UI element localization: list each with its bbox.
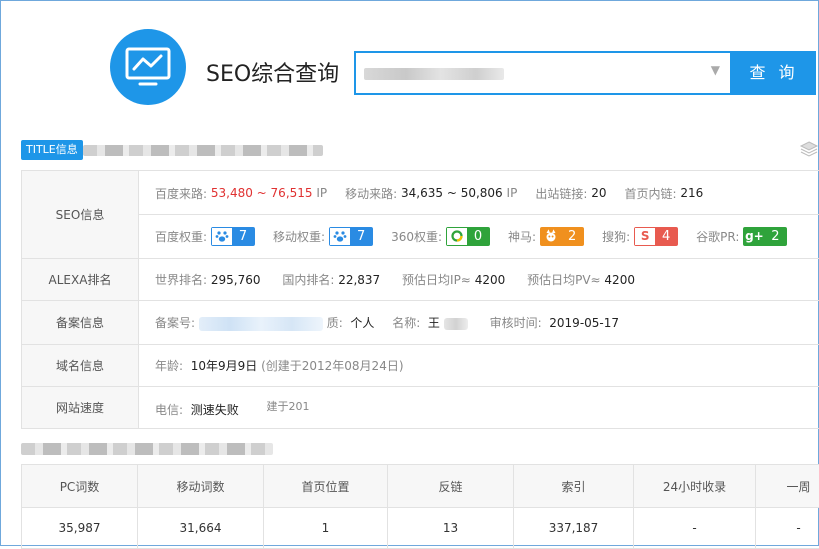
horse-icon	[541, 228, 561, 245]
table-row: 35,987 31,664 1 13 337,187 - -	[22, 508, 819, 549]
weight-360-badge[interactable]: 0	[446, 227, 490, 246]
paw-icon	[330, 228, 350, 245]
shenma-badge[interactable]: 2	[540, 227, 584, 246]
title-badge: TITLE信息	[21, 140, 83, 160]
page-title: SEO综合查询	[206, 56, 339, 88]
search-value-redacted	[364, 68, 504, 80]
row-label-domain: 域名信息	[22, 345, 139, 387]
monitor-chart-icon	[110, 29, 186, 105]
inner-links-value[interactable]: 216	[680, 186, 703, 200]
speed-row: 电信: 测速失败 建于201	[139, 387, 819, 429]
mobile-traffic-value[interactable]: 34,635 ~ 50,806	[401, 186, 503, 200]
alexa-row: 世界排名: 295,760 国内排名: 22,837 预估日均IP≈ 4200 …	[139, 259, 819, 301]
col-home-position: 首页位置	[264, 465, 388, 508]
weights-row: 百度权重: 7 移动权重: 7	[139, 214, 819, 257]
home-position-value: 1	[264, 508, 388, 549]
ring-360-icon	[447, 228, 467, 245]
pc-words-value[interactable]: 35,987	[22, 508, 138, 549]
daily-pv-value: 4200	[604, 273, 635, 287]
week-value: -	[756, 508, 819, 549]
seo-info-table: SEO信息 百度来路: 53,480 ~ 76,515 IP 移动来路: 34,…	[21, 170, 819, 429]
domain-age-value[interactable]: 10年9月9日	[191, 359, 258, 373]
icp-name-value: 王	[428, 316, 440, 330]
mobile-weight-badge[interactable]: 7	[329, 227, 373, 246]
icp-nature-value: 个人	[350, 316, 374, 330]
icp-number-redacted[interactable]	[199, 317, 323, 331]
row-label-speed: 网站速度	[22, 387, 139, 429]
google-plus-icon: g+	[744, 228, 764, 245]
domestic-rank-value[interactable]: 22,837	[338, 273, 380, 287]
layers-icon[interactable]	[799, 139, 819, 159]
row-label-icp: 备案信息	[22, 301, 139, 345]
speed-fragment: 建于201	[267, 400, 310, 413]
search-button[interactable]: 查 询	[732, 51, 816, 95]
keyword-section-title-redacted	[21, 443, 273, 455]
index-value[interactable]: 337,187	[514, 508, 634, 549]
backlinks-value[interactable]: 13	[388, 508, 514, 549]
col-pc-words: PC词数	[22, 465, 138, 508]
world-rank-value[interactable]: 295,760	[211, 273, 261, 287]
google-pr-badge[interactable]: g+ 2	[743, 227, 787, 246]
col-backlinks: 反链	[388, 465, 514, 508]
domain-created-note: (创建于2012年08月24日)	[261, 359, 403, 373]
daily-ip-value: 4200	[475, 273, 506, 287]
col-index: 索引	[514, 465, 634, 508]
baidu-weight-badge[interactable]: 7	[211, 227, 255, 246]
telecom-speed-value: 测速失败	[191, 403, 239, 417]
paw-icon	[212, 228, 232, 245]
traffic-row: 百度来路: 53,480 ~ 76,515 IP 移动来路: 34,635 ~ …	[139, 172, 819, 214]
mobile-words-value[interactable]: 31,664	[138, 508, 264, 549]
icp-name-redacted	[444, 318, 468, 330]
sogou-badge[interactable]: S 4	[634, 227, 678, 246]
col-24h-indexed: 24小时收录	[634, 465, 756, 508]
chevron-down-icon[interactable]: ▼	[711, 63, 720, 77]
col-week: 一周	[756, 465, 819, 508]
title-value-redacted	[83, 145, 323, 156]
search-input[interactable]: ▼	[354, 51, 732, 95]
sogou-icon: S	[635, 228, 655, 245]
row-label-seo: SEO信息	[22, 171, 139, 259]
row-label-alexa: ALEXA排名	[22, 259, 139, 301]
baidu-traffic-value[interactable]: 53,480 ~ 76,515	[211, 186, 313, 200]
domain-row: 年龄: 10年9月9日 (创建于2012年08月24日)	[139, 345, 819, 387]
table-header-row: PC词数 移动词数 首页位置 反链 索引 24小时收录 一周	[22, 465, 819, 508]
col-mobile-words: 移动词数	[138, 465, 264, 508]
outbound-links-value[interactable]: 20	[591, 186, 606, 200]
icp-review-date: 2019-05-17	[549, 316, 619, 330]
site-logo	[110, 29, 186, 105]
icp-row: 备案号: 质: 个人 名称: 王 审核时间: 2019-05-17	[139, 301, 819, 345]
indexed-24h-value: -	[634, 508, 756, 549]
keyword-stats-table: PC词数 移动词数 首页位置 反链 索引 24小时收录 一周 35,987 31…	[21, 464, 819, 549]
